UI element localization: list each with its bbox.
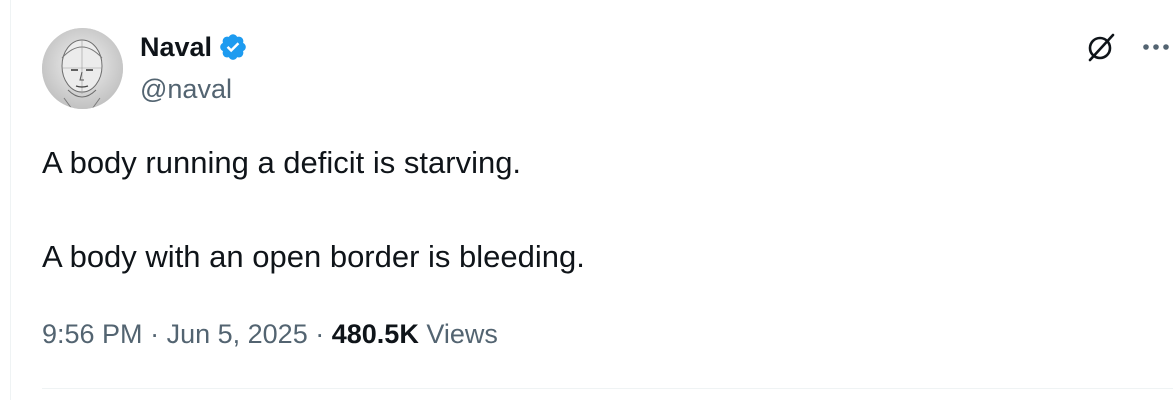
meta-separator: · — [315, 319, 325, 349]
author-name-text: Naval — [140, 32, 213, 62]
tweet-meta: 9:56 PM · Jun 5, 2025 · 480.5K Views — [42, 316, 498, 352]
grok-button[interactable] — [1082, 28, 1120, 66]
tweet-paragraph: A body running a deficit is starving. — [42, 145, 522, 180]
tweet-time[interactable]: 9:56 PM — [42, 319, 143, 349]
verified-badge-icon[interactable] — [218, 32, 248, 62]
avatar-sketch-face-icon — [42, 28, 123, 109]
tweet-paragraph: A body with an open border is bleeding. — [42, 239, 585, 274]
meta-separator: · — [150, 319, 160, 349]
tweet-text: A body running a deficit is starving. A … — [42, 140, 1142, 280]
grok-icon — [1088, 33, 1115, 62]
author-display-name[interactable]: Naval — [140, 30, 248, 64]
avatar[interactable] — [42, 28, 123, 109]
more-options-button[interactable] — [1140, 30, 1173, 64]
views-label: Views — [426, 319, 498, 349]
divider — [42, 388, 1173, 389]
more-options-icon — [1143, 44, 1169, 50]
tweet-date[interactable]: Jun 5, 2025 — [167, 319, 308, 349]
tweet-left-border — [10, 0, 11, 400]
author-handle[interactable]: @naval — [140, 72, 232, 106]
views-count: 480.5K — [331, 319, 419, 349]
